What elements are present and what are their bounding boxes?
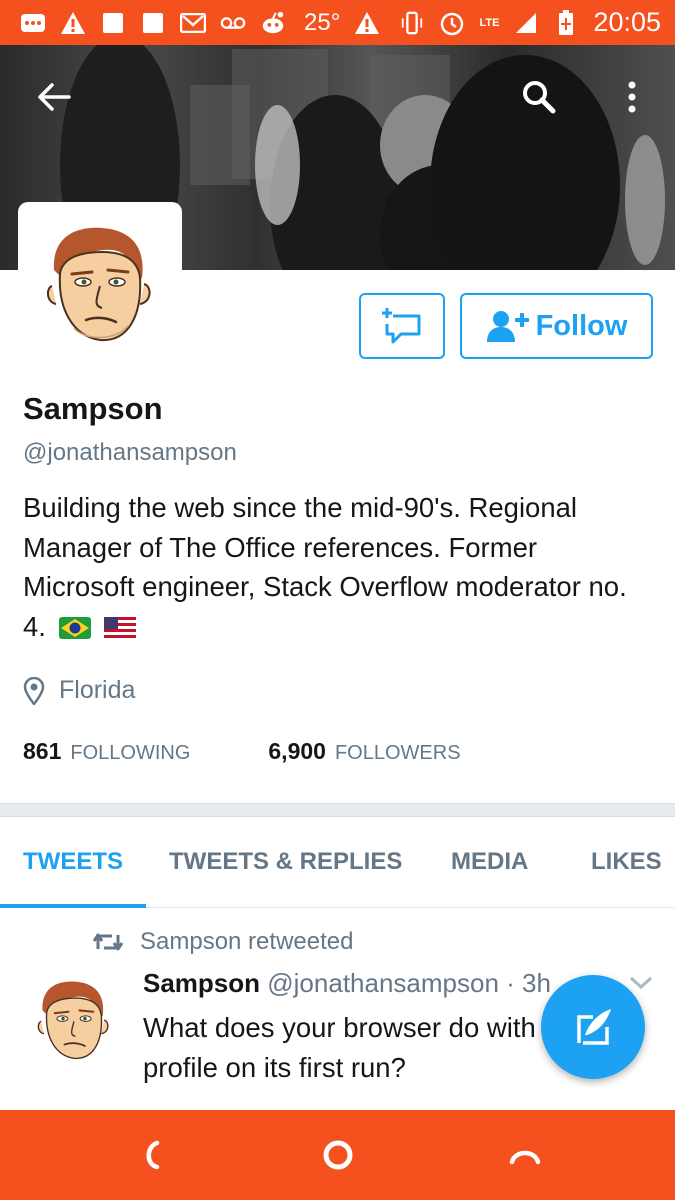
compose-quill-icon bbox=[577, 1009, 611, 1045]
profile-avatar[interactable] bbox=[18, 202, 182, 366]
tweet-author-handle[interactable]: @jonathansampson bbox=[267, 968, 499, 998]
navigation-bar bbox=[0, 1110, 675, 1200]
search-button[interactable] bbox=[515, 73, 563, 121]
notification-square-icon bbox=[140, 10, 166, 36]
followers-label: FOLLOWERS bbox=[334, 742, 461, 764]
temperature: 25° bbox=[304, 8, 341, 36]
nav-recents-button[interactable] bbox=[505, 1135, 545, 1175]
section-divider bbox=[0, 803, 675, 817]
profile-location: Florida bbox=[23, 676, 135, 705]
followers-stat[interactable]: 6,900 FOLLOWERS bbox=[268, 738, 460, 765]
followers-count: 6,900 bbox=[268, 738, 326, 764]
profile-bio: Building the web since the mid-90's. Reg… bbox=[23, 488, 653, 646]
more-vertical-icon bbox=[628, 81, 636, 113]
tweet-header: Sampson @jonathansampson · 3h bbox=[143, 968, 551, 999]
notification-icons: 25° bbox=[20, 9, 380, 37]
status-bar: 25° LTE 20:05 bbox=[0, 0, 675, 45]
location-pin-icon bbox=[23, 676, 45, 705]
avatar bbox=[24, 208, 176, 360]
location-text: Florida bbox=[59, 676, 136, 704]
add-user-icon bbox=[486, 311, 529, 342]
arrow-left-icon bbox=[38, 83, 71, 111]
chevron-down-icon bbox=[629, 976, 653, 990]
warning-icon bbox=[60, 10, 86, 36]
profile-display-name: Sampson bbox=[23, 391, 163, 426]
banner-mannequin bbox=[255, 105, 300, 225]
notification-square-icon bbox=[100, 10, 126, 36]
active-tab-indicator bbox=[0, 904, 146, 908]
alarm-icon bbox=[439, 10, 465, 36]
gmail-icon bbox=[180, 10, 206, 36]
clock: 20:05 bbox=[593, 7, 661, 37]
tweet-timestamp: · 3h bbox=[506, 968, 551, 998]
retweet-icon bbox=[92, 933, 124, 951]
direct-message-button[interactable] bbox=[359, 293, 445, 359]
tab-tweets[interactable]: TWEETS bbox=[23, 848, 123, 876]
home-circle-icon bbox=[323, 1140, 353, 1170]
tab-media[interactable]: MEDIA bbox=[451, 848, 528, 876]
profile-handle: @jonathansampson bbox=[23, 439, 237, 466]
following-label: FOLLOWING bbox=[70, 742, 191, 764]
usa-flag bbox=[104, 617, 137, 640]
tab-likes[interactable]: LIKES bbox=[591, 848, 662, 876]
follow-button[interactable]: Follow bbox=[460, 293, 653, 359]
more-options-button[interactable] bbox=[612, 73, 652, 121]
follow-label: Follow bbox=[535, 309, 628, 342]
compose-tweet-button[interactable] bbox=[541, 975, 645, 1079]
vibrate-icon bbox=[399, 10, 425, 36]
banner-mannequin bbox=[625, 135, 665, 265]
recents-arc-icon bbox=[509, 1150, 541, 1165]
tweet-author-name[interactable]: Sampson bbox=[143, 968, 260, 998]
tab-tweets-and-replies[interactable]: TWEETS & REPLIES bbox=[169, 848, 402, 876]
profile-stats: 861 FOLLOWING 6,900 FOLLOWERS bbox=[23, 738, 461, 765]
warning-icon bbox=[354, 10, 380, 36]
battery-icon bbox=[553, 9, 579, 36]
signal-icon bbox=[513, 10, 539, 36]
reddit-icon bbox=[260, 10, 286, 36]
back-button[interactable] bbox=[30, 73, 78, 121]
nav-home-button[interactable] bbox=[318, 1135, 358, 1175]
retweet-label: Sampson retweeted bbox=[140, 928, 354, 955]
back-arc-icon bbox=[146, 1140, 160, 1170]
tweet-author-avatar[interactable] bbox=[22, 968, 126, 1072]
banner-screen bbox=[190, 85, 250, 185]
search-icon bbox=[523, 81, 556, 114]
profile-tabs: TWEETS TWEETS & REPLIES MEDIA LIKES bbox=[0, 818, 675, 908]
retweet-context: Sampson retweeted bbox=[92, 928, 353, 956]
message-add-icon bbox=[382, 308, 421, 344]
following-stat[interactable]: 861 FOLLOWING bbox=[23, 738, 190, 765]
brazil-flag bbox=[58, 617, 91, 640]
avatar bbox=[22, 968, 126, 1072]
more-notifications-icon bbox=[20, 10, 46, 36]
network-type: LTE bbox=[479, 16, 500, 29]
following-count: 861 bbox=[23, 738, 62, 764]
nav-back-button[interactable] bbox=[130, 1135, 170, 1175]
voicemail-icon bbox=[220, 10, 246, 36]
system-icons: LTE 20:05 bbox=[399, 7, 661, 38]
